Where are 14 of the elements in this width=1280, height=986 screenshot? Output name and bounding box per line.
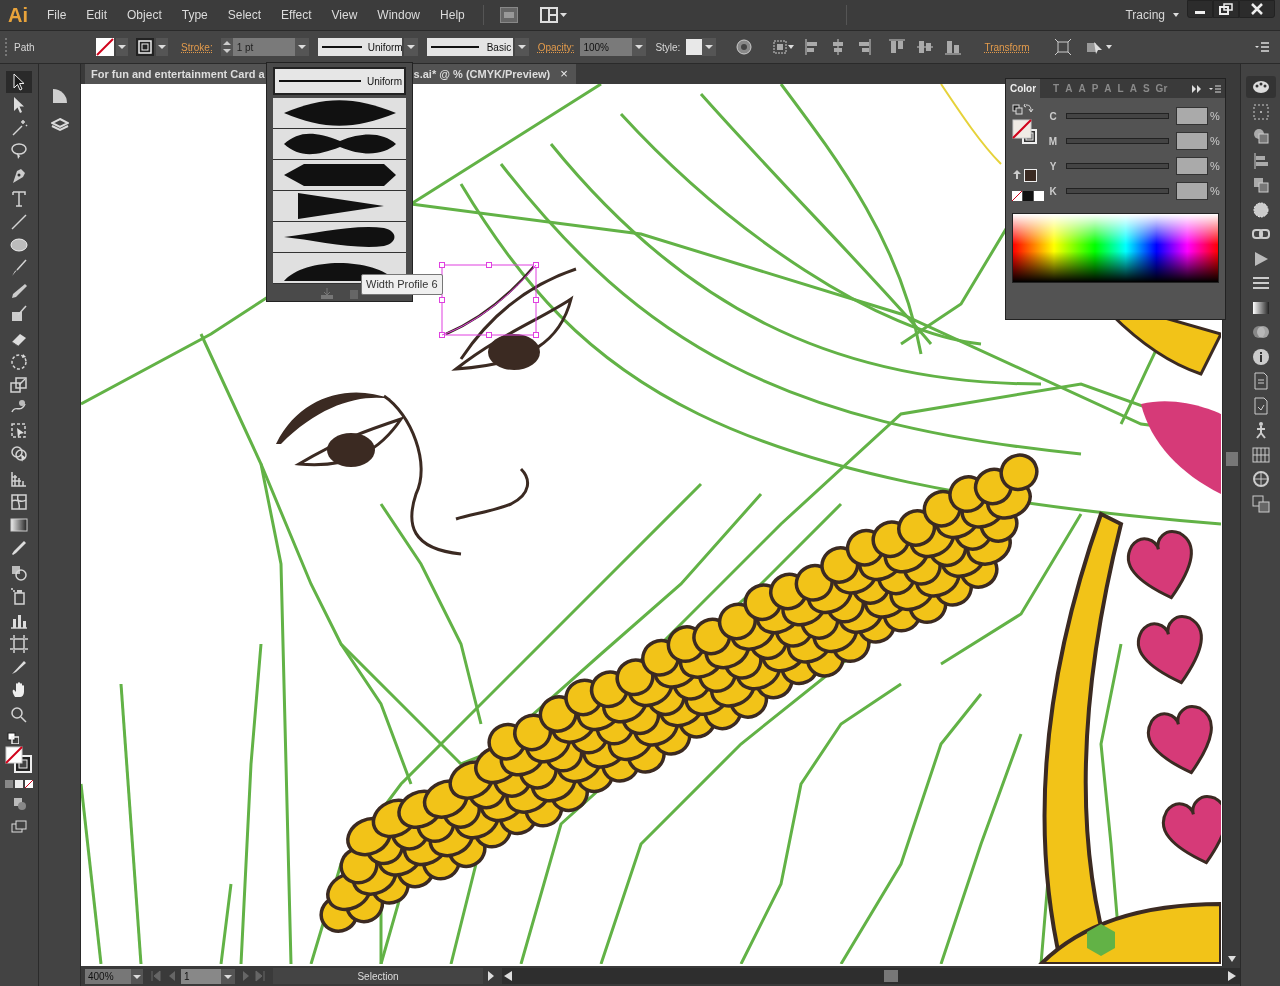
style-label: Style: <box>655 40 681 55</box>
channel-label: K <box>1048 184 1058 199</box>
channel-label: M <box>1047 134 1059 149</box>
app-logo: Ai <box>8 3 29 28</box>
percent-unit: % <box>1210 108 1220 124</box>
percent-unit: % <box>1210 133 1220 149</box>
selection-type-label: Path <box>14 40 36 55</box>
tooltip: Width Profile 6 <box>361 274 443 295</box>
channel-label: Y <box>1048 159 1058 174</box>
channel-label: C <box>1048 109 1058 124</box>
document-title: s.ai* @ % (CMYK/Preview) <box>413 66 551 82</box>
percent-unit: % <box>1210 183 1220 199</box>
percent-unit: % <box>1210 158 1220 174</box>
document-title: For fun and entertainment Card a <box>91 66 265 82</box>
